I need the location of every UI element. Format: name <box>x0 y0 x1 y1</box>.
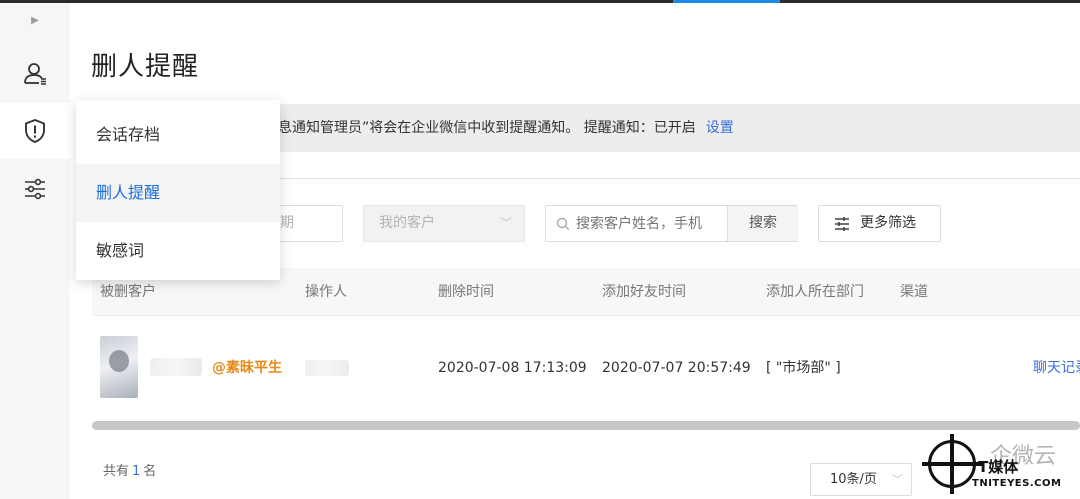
sliders-icon <box>25 178 45 200</box>
chevron-down-icon: ﹀ <box>892 473 903 486</box>
column-header: 删除时间 <box>438 284 494 300</box>
chevron-down-icon: ﹀ <box>499 216 512 230</box>
more-filter-label: 更多筛选 <box>860 215 916 231</box>
customer-scope-value: 我的客户 <box>379 215 435 231</box>
search-icon <box>556 217 570 231</box>
total-number: 1 <box>132 464 141 479</box>
total-count: 共有 1 名 <box>103 460 156 479</box>
expand-arrow-icon[interactable]: ▶ <box>29 13 41 29</box>
operator-name-redacted <box>305 360 349 376</box>
watermark-logo: 企微云 T媒体 TNITEYES.COM <box>922 434 1080 499</box>
customer-tag: @素昧平生 <box>212 360 282 376</box>
watermark-brand: T媒体 <box>978 458 1019 476</box>
total-suffix: 名 <box>143 464 157 479</box>
column-header: 渠道 <box>900 284 928 300</box>
user-icon <box>24 63 46 85</box>
customer-name-redacted <box>150 358 202 376</box>
table-row: @素昧平生 2020-07-08 17:13:09 2020-07-07 20:… <box>92 316 1080 420</box>
page-size-value: 10条/页 <box>830 472 877 487</box>
menu-item-delete-reminder[interactable]: 删人提醒 <box>76 164 280 222</box>
sidebar-item-customers[interactable] <box>0 45 70 101</box>
add-friend-time: 2020-07-07 20:57:49 <box>602 360 751 376</box>
filter-sliders-icon <box>835 217 849 231</box>
column-header: 操作人 <box>305 284 347 300</box>
horizontal-scrollbar[interactable] <box>92 421 1080 430</box>
search-button[interactable]: 搜索 <box>727 206 798 241</box>
top-bar-active-indicator <box>673 0 780 3</box>
total-prefix: 共有 <box>103 464 130 479</box>
column-header: 添加人所在部门 <box>766 284 864 300</box>
page-title: 删人提醒 <box>91 52 200 82</box>
submenu-dropdown: 会话存档 删人提醒 敏感词 <box>76 100 280 280</box>
sidebar-item-settings[interactable] <box>0 161 70 217</box>
menu-item-chat-archive[interactable]: 会话存档 <box>76 106 280 164</box>
column-header: 添加好友时间 <box>602 284 686 300</box>
search-box: 搜索 <box>545 205 798 242</box>
page-size-select[interactable]: 10条/页 ﹀ <box>810 463 912 496</box>
avatar <box>100 336 138 398</box>
watermark-domain: TNITEYES.COM <box>972 478 1062 489</box>
customer-scope-select[interactable]: 我的客户 ﹀ <box>363 205 525 242</box>
more-filter-button[interactable]: 更多筛选 <box>818 205 941 242</box>
notice-text: 息通知管理员”将会在企业微信中收到提醒通知。 提醒通知：已开启 <box>278 120 696 136</box>
sidebar-item-security[interactable] <box>0 103 70 159</box>
scrollbar-thumb[interactable] <box>92 421 1080 430</box>
menu-item-sensitive-words[interactable]: 敏感词 <box>76 222 280 280</box>
delete-time: 2020-07-08 17:13:09 <box>438 360 587 376</box>
search-input[interactable] <box>576 206 726 241</box>
notice-settings-link[interactable]: 设置 <box>706 120 734 136</box>
top-bar <box>0 0 1080 3</box>
sidebar: ▶ <box>0 3 70 499</box>
department: [ "市场部" ] <box>766 360 841 376</box>
watermark-cross <box>922 462 982 466</box>
chat-record-link[interactable]: 聊天记录 <box>1033 316 1080 420</box>
shield-alert-icon <box>25 119 45 143</box>
